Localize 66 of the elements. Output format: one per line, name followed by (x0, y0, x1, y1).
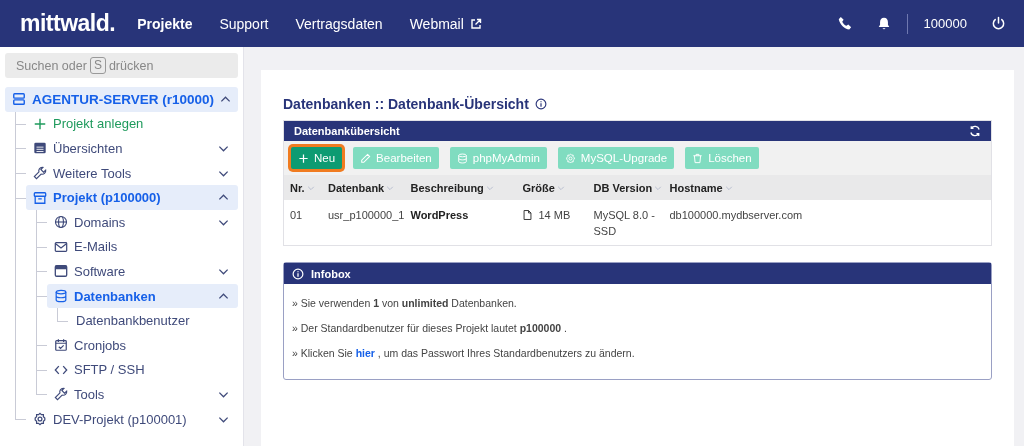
pencil-icon (360, 152, 372, 164)
tree-item[interactable]: Datenbankbenutzer (68, 308, 238, 333)
tree-item[interactable]: E-Mails (47, 234, 238, 260)
table-cell: WordPress (410, 209, 469, 221)
phone-icon[interactable] (837, 16, 853, 31)
item-icon (54, 264, 68, 279)
shortcut-key: S (89, 57, 106, 74)
bell-icon[interactable] (876, 16, 891, 31)
logo[interactable]: mittwald. (20, 10, 116, 37)
table-cell-text: 14 MB (538, 208, 571, 223)
column-header[interactable]: DB Version (593, 181, 663, 194)
tree-item[interactable]: Übersichten (26, 136, 238, 161)
column-header[interactable]: Datenbank (328, 181, 395, 194)
item-icon (54, 239, 68, 254)
table-cell: 01 (290, 209, 303, 221)
table-cell: db100000.mydbserver.com (669, 209, 803, 221)
nav-link[interactable]: Projekte (137, 15, 193, 32)
nav-link[interactable]: Support (219, 15, 269, 32)
gear-icon (564, 152, 576, 164)
item-icon (33, 190, 47, 205)
info-text: » Der Standardbenutzer für dieses Projekt lautet p100000 . (292, 321, 568, 335)
nav-link[interactable]: Webmail (409, 15, 482, 32)
tree-item[interactable]: SFTP / SSH (47, 357, 238, 383)
trash-icon (692, 152, 704, 164)
table-cell: usr_p100000_1 (328, 209, 405, 221)
link[interactable]: hier (355, 347, 375, 359)
column-header[interactable]: Beschreibung (410, 181, 494, 194)
item-icon (33, 141, 47, 156)
tree-item[interactable]: Domains (47, 209, 238, 235)
infobox-title: Infobox (311, 267, 351, 280)
info-icon (292, 267, 304, 280)
tree-item[interactable]: AGENTUR-SERVER (r10000) (5, 87, 238, 112)
item-icon (54, 387, 68, 402)
external-link-icon (469, 17, 482, 30)
info-text: » Klicken Sie hier , um das Passwort Ihres Standardbenutzers zu ändern. (292, 346, 636, 360)
item-icon (54, 338, 68, 353)
table-cell: MySQL 8.0 - SSD (593, 209, 655, 237)
column-header[interactable]: Hostname (669, 181, 733, 194)
tree-item[interactable]: Projekt anlegen (26, 111, 238, 137)
page-title: Datenbanken :: Datenbank-Übersicht (283, 96, 529, 112)
item-icon (54, 289, 68, 304)
item-icon (54, 215, 68, 230)
file-icon (522, 209, 534, 221)
tree-item[interactable]: Tools (47, 382, 238, 407)
info-icon[interactable] (534, 98, 547, 110)
database-icon (456, 152, 468, 164)
item-icon (12, 92, 26, 107)
refresh-icon[interactable] (969, 125, 981, 137)
tree-item[interactable]: Cronjobs (47, 332, 238, 358)
item-icon (33, 166, 47, 181)
power-icon[interactable] (991, 16, 1006, 31)
nav-link[interactable]: Vertragsdaten (295, 15, 383, 32)
info-text: » Sie verwenden 1 von unlimited Datenbanken. (292, 296, 518, 310)
column-header[interactable]: Größe (522, 181, 565, 194)
panel-title: Datenbankübersicht (294, 125, 400, 137)
account-number[interactable]: 100000 (923, 16, 967, 31)
toolbar-button[interactable]: Neu (291, 147, 343, 169)
tree-item[interactable]: Projekt (p100000) (26, 185, 238, 210)
tree-item[interactable]: Weitere Tools (26, 160, 238, 186)
column-header[interactable]: Nr. (290, 181, 315, 194)
tree-item[interactable]: DEV-Projekt (p100001) (26, 406, 238, 432)
tree-item[interactable]: Software (47, 259, 238, 284)
tree-item[interactable]: Datenbanken (47, 283, 238, 309)
item-icon (33, 412, 47, 426)
item-icon (33, 116, 47, 131)
plus-icon (298, 152, 309, 164)
